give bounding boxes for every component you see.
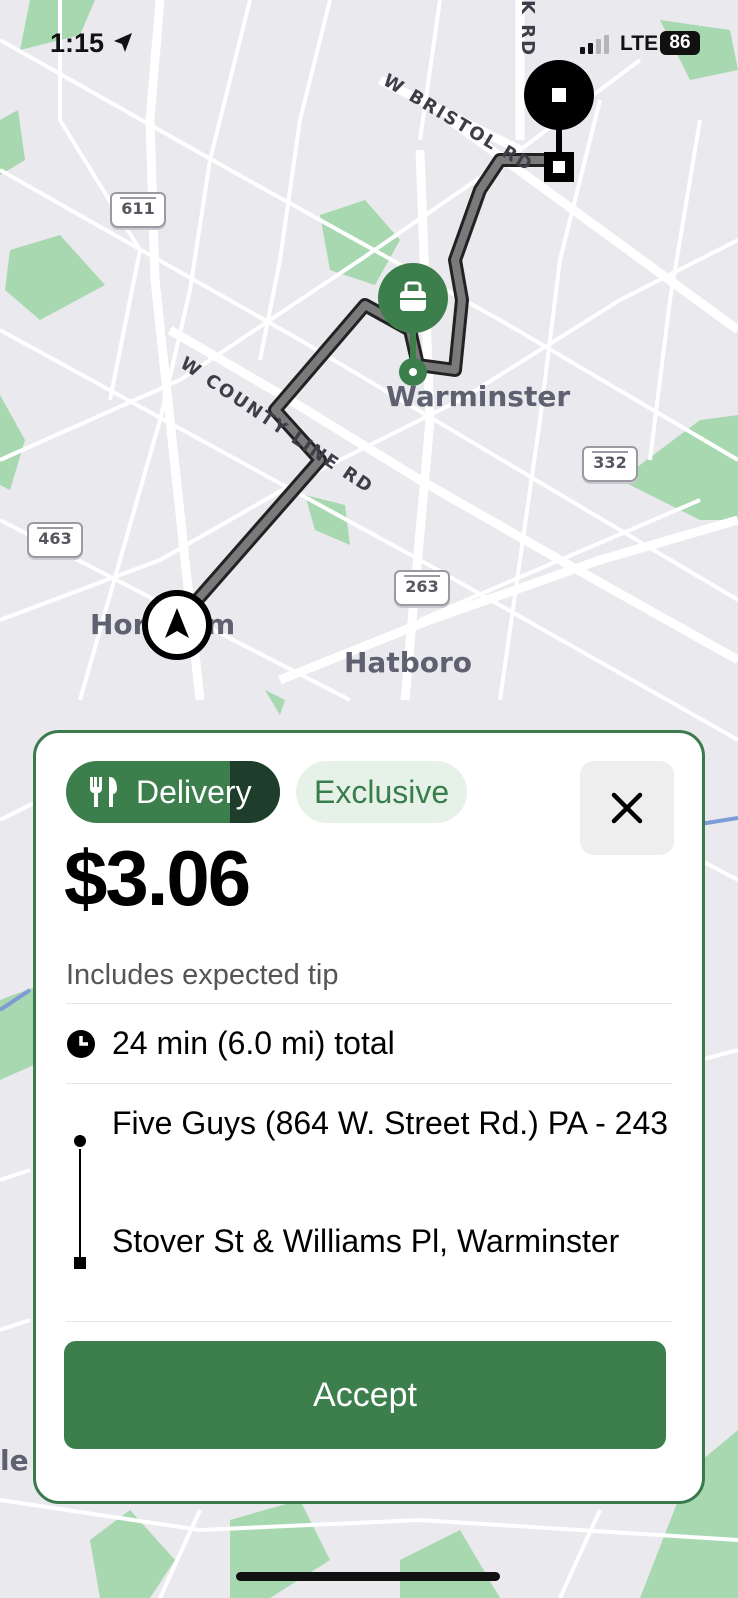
trip-duration: 24 min (6.0 mi) total <box>112 1025 395 1061</box>
pickup-marker[interactable] <box>378 263 448 333</box>
divider <box>66 1321 672 1322</box>
divider <box>66 1083 672 1084</box>
offer-price: $3.06 <box>64 834 251 922</box>
dropoff-square-icon <box>74 1257 86 1269</box>
location-arrow-icon <box>114 33 132 52</box>
cell-signal-icon <box>580 34 609 54</box>
route-shield-332: 332 <box>582 446 638 482</box>
map-town-horsham-prefix: Hor <box>90 608 147 641</box>
price-note: Includes expected tip <box>66 959 339 991</box>
pickup-dot-icon <box>74 1135 86 1147</box>
offer-card: Delivery Exclusive $3.06 Includes expect… <box>33 730 705 1504</box>
bag-icon <box>400 281 426 311</box>
pickup-address: Five Guys (864 W. Street Rd.) PA - 243 <box>112 1105 669 1141</box>
close-button[interactable] <box>580 761 674 855</box>
map-town-warminster: Warminster <box>386 380 571 413</box>
dropoff-address: Stover St & Williams Pl, Warminster <box>112 1223 620 1259</box>
current-location-marker[interactable] <box>142 590 212 660</box>
utensils-icon <box>90 777 117 807</box>
delivery-chip: Delivery <box>66 761 280 823</box>
navigation-arrow-icon <box>165 608 189 638</box>
route-shield-611: 611 <box>110 192 166 228</box>
map-town-partial: le <box>0 1444 29 1477</box>
divider <box>66 1003 672 1004</box>
battery-icon: 86 <box>660 31 700 55</box>
route-shield-263: 263 <box>394 570 450 606</box>
trip-duration-row: 24 min (6.0 mi) total <box>66 1025 395 1062</box>
delivery-chip-label: Delivery <box>136 773 252 810</box>
status-time: 1:15 <box>50 28 105 58</box>
route-line <box>79 1149 81 1257</box>
offer-chips: Delivery Exclusive <box>66 761 468 823</box>
network-type: LTE <box>620 32 659 55</box>
route-shield-463: 463 <box>27 522 83 558</box>
map-town-hatboro: Hatboro <box>344 646 473 679</box>
home-indicator[interactable] <box>236 1572 500 1581</box>
clock-icon <box>67 1029 95 1058</box>
accept-button[interactable]: Accept <box>64 1341 666 1449</box>
status-bar: 1:15 LTE 86 <box>0 0 738 90</box>
exclusive-chip: Exclusive <box>296 761 468 823</box>
close-icon <box>611 792 643 824</box>
